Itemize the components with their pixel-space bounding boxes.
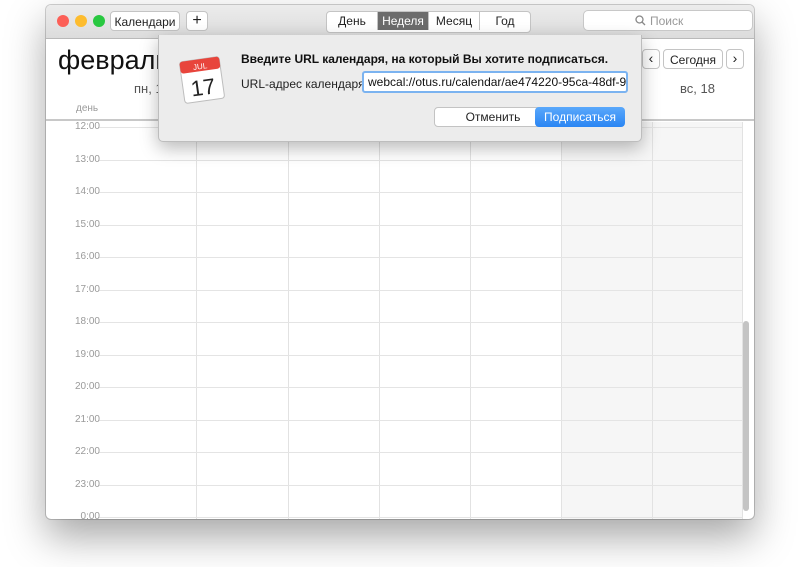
previous-week-button[interactable]: ‹ [642,49,660,69]
hour-line [98,484,742,486]
time-grid[interactable]: 12:00 13:00 14:00 15:00 16:00 17:00 18:00 19:00… [46,121,754,519]
search-icon [635,15,646,26]
today-button[interactable]: Сегодня [663,49,723,69]
calendar-icon-day: 17 [189,73,217,101]
all-day-label: день [76,103,99,114]
search-placeholder: Поиск [650,14,684,28]
hour-line [98,289,742,291]
hour-label: 23:00 [74,478,100,490]
hour-label: 21:00 [74,413,100,425]
tab-month[interactable]: Месяц [429,12,480,30]
tab-year[interactable]: Год [480,12,530,30]
hour-line [98,387,742,388]
hour-label: 14:00 [74,186,100,197]
toolbar: Календари + День Неделя Месяц Год Поиск [46,5,754,39]
hour-line [98,159,742,161]
hour-label: 18:00 [74,316,100,327]
subscribe-button[interactable]: Подписаться [535,107,625,127]
calendar-app-icon: JUL 17 [179,56,225,104]
day-column[interactable] [288,122,380,519]
hour-label: 17:00 [74,283,100,295]
hour-label: 0:00 [80,511,100,519]
day-column-weekend[interactable] [561,122,653,519]
close-window-button[interactable] [57,15,69,27]
hour-line [98,257,742,258]
hour-label: 22:00 [74,446,100,457]
url-label: URL-адрес календаря: [241,77,368,91]
hour-line [98,224,742,226]
hour-label: 16:00 [74,251,100,262]
day-column-weekend[interactable] [652,122,743,519]
search-field[interactable]: Поиск [583,10,753,31]
hour-line [98,192,742,193]
hour-line [98,517,742,518]
day-column[interactable] [470,122,562,519]
calendar-url-input[interactable]: webcal://otus.ru/calendar/ae474220-95ca-… [362,71,628,93]
hour-line [98,354,742,356]
hour-label: 19:00 [74,348,100,360]
add-event-button[interactable]: + [186,11,208,31]
day-header-sunday[interactable]: вс, 18 [680,81,715,96]
hour-line [98,419,742,421]
hour-label: 13:00 [74,153,100,165]
hour-line [98,452,742,453]
calendars-button[interactable]: Календари [110,11,180,31]
dialog-heading: Введите URL календаря, на который Вы хот… [241,52,609,66]
hour-line [98,322,742,323]
month-title: февраль [58,45,170,75]
zoom-window-button[interactable] [93,15,105,27]
tab-day[interactable]: День [327,12,378,30]
day-column[interactable] [379,122,471,519]
hour-label: 12:00 [74,121,100,132]
view-switcher: День Неделя Месяц Год [326,11,531,33]
day-column[interactable] [196,122,288,519]
tab-week[interactable]: Неделя [378,12,429,30]
hour-label: 15:00 [74,218,100,230]
vertical-scrollbar[interactable] [743,321,749,511]
minimize-window-button[interactable] [75,15,87,27]
hour-label: 20:00 [74,381,100,392]
subscribe-dialog: JUL 17 Введите URL календаря, на который… [158,35,642,142]
next-week-button[interactable]: › [726,49,744,69]
